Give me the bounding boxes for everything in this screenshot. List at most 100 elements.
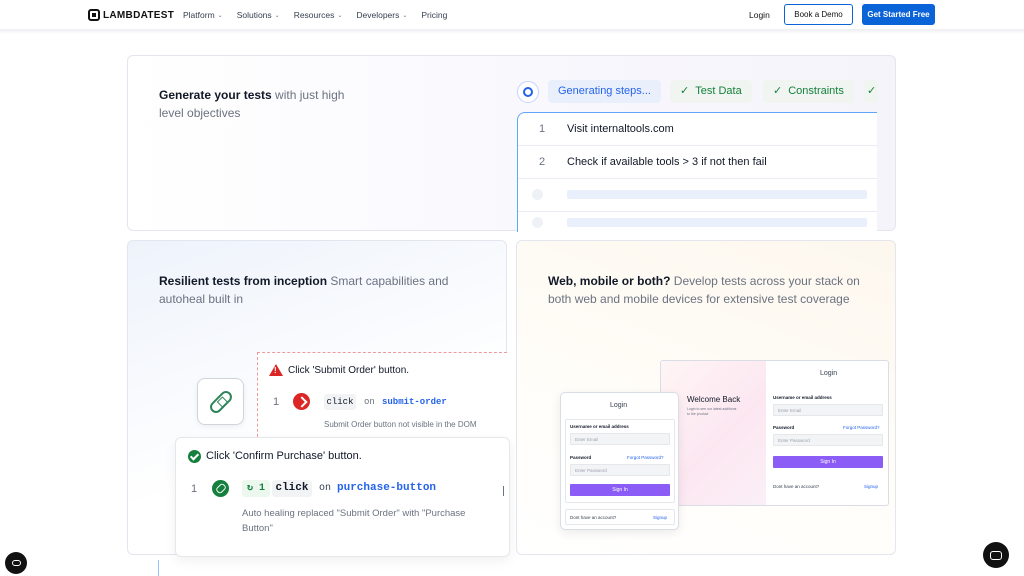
top-navbar: LAMBDATEST Platform ⌄ Solutions ⌄ Resource… — [0, 0, 1024, 30]
failed-step-title: Click 'Submit Order' button. — [288, 365, 410, 376]
menu-label: Platform — [183, 10, 215, 20]
check-icon: ✓ — [867, 85, 877, 97]
action-badge: click — [324, 394, 356, 410]
check-icon: ✓ — [680, 85, 690, 97]
login-form: Username or email address Enter Email Pa… — [565, 419, 675, 503]
menu-item-pricing[interactable]: Pricing — [421, 10, 447, 20]
menu-item-developers[interactable]: Developers ⌄ — [356, 10, 407, 20]
target-locator: submit-order — [382, 397, 447, 407]
password-input[interactable]: Enter Password — [773, 434, 883, 446]
target-locator: purchase-button — [337, 482, 437, 494]
generated-steps-list: 1 Visit internaltools.com 2 Check if ava… — [517, 112, 877, 232]
action-badge: click — [272, 480, 312, 497]
nav-shadow — [0, 30, 1024, 34]
login-title: Login — [820, 370, 838, 377]
pill-label: Test Data — [695, 85, 742, 97]
chevron-down-icon: ⌄ — [337, 12, 343, 19]
generate-tests-heading: Generate your tests with just high level… — [159, 86, 369, 122]
autoheal-badge — [197, 378, 244, 425]
step-number: 1 — [273, 396, 280, 408]
login-title: Login — [610, 402, 628, 409]
ai-generate-icon — [517, 81, 539, 103]
chevron-down-icon: ⌄ — [217, 12, 223, 19]
resilient-tests-heading: Resilient tests from inception Smart cap… — [159, 272, 469, 308]
forgot-password-link[interactable]: Forgot Password? — [627, 455, 664, 460]
book-demo-button[interactable]: Book a Demo — [784, 4, 853, 25]
step-number: 1 — [539, 123, 546, 135]
username-input[interactable]: Enter Email — [570, 433, 670, 445]
sign-in-button[interactable]: Sign In — [570, 484, 670, 496]
menu-label: Developers — [356, 10, 400, 20]
chat-icon[interactable] — [983, 542, 1009, 568]
check-icon: ✓ — [773, 85, 783, 97]
welcome-title: Welcome Back — [687, 395, 741, 404]
menu-label: Resources — [293, 10, 335, 20]
retry-count: 1 — [259, 483, 266, 494]
signup-link[interactable]: Signup — [864, 484, 878, 489]
retry-count-badge: ↻ 1 — [242, 480, 271, 497]
autoheal-message: Auto healing replaced "Submit Order" wit… — [242, 508, 466, 534]
error-message: Submit Order button not visible in the D… — [324, 420, 477, 429]
forgot-password-link[interactable]: Forgot Password? — [843, 425, 880, 430]
skeleton-bar — [567, 190, 867, 199]
step-number: 1 — [191, 483, 198, 495]
retry-icon: ↻ — [247, 483, 260, 494]
get-started-free-button[interactable]: Get Started Free — [862, 4, 935, 25]
skeleton-row — [518, 179, 877, 212]
step-number: 2 — [539, 156, 546, 168]
test-data-pill[interactable]: ✓ Test Data — [670, 80, 752, 103]
signup-row: Dont have an account? Signup — [565, 509, 675, 525]
menu-item-platform[interactable]: Platform ⌄ — [183, 10, 223, 20]
cookie-settings-icon[interactable] — [5, 552, 27, 574]
generating-steps-pill: Generating steps... — [548, 80, 661, 103]
skeleton-dot — [532, 217, 543, 228]
username-input[interactable]: Enter Email — [773, 404, 883, 416]
signup-link[interactable]: Signup — [653, 515, 667, 520]
welcome-subtitle: Login to see our latest additions to the… — [687, 407, 737, 416]
username-label: Username or email address — [570, 424, 629, 429]
list-item: 2 Check if available tools > 3 if not th… — [518, 146, 877, 179]
heading-bold: Web, mobile or both? — [548, 274, 671, 288]
timeline-line — [158, 560, 159, 576]
chevron-down-icon: ⌄ — [274, 12, 280, 19]
step-text: Visit internaltools.com — [567, 123, 674, 135]
no-account-text: Dont have an account? — [773, 484, 820, 489]
web-mobile-heading: Web, mobile or both? Develop tests acros… — [548, 272, 878, 308]
main-menu: Platform ⌄ Solutions ⌄ Resources ⌄ Develope… — [183, 10, 447, 20]
more-pill[interactable]: ✓ — [864, 80, 878, 103]
pill-label: Constraints — [788, 85, 844, 97]
menu-item-solutions[interactable]: Solutions ⌄ — [237, 10, 280, 20]
healed-step-card: Click 'Confirm Purchase' button. 1 ↻ 1 c… — [175, 437, 510, 557]
mobile-login-mockup: Login Username or email address Enter Em… — [560, 392, 679, 530]
text-cursor — [503, 486, 504, 496]
heading-bold: Resilient tests from inception — [159, 274, 328, 288]
skeleton-bar — [567, 218, 867, 227]
menu-label: Pricing — [421, 10, 448, 20]
step-text: Check if available tools > 3 if not then… — [567, 156, 767, 168]
bandage-small-icon — [212, 480, 229, 497]
warning-icon: ! — [269, 364, 283, 376]
desktop-login-mockup: Welcome Back Login to see our latest add… — [660, 360, 889, 506]
check-circle-icon — [188, 450, 201, 463]
no-account-text: Dont have an account? — [570, 515, 617, 520]
list-item: 1 Visit internaltools.com — [518, 113, 877, 146]
chevron-down-icon: ⌄ — [402, 12, 408, 19]
cursor-click-icon — [293, 393, 310, 410]
on-keyword: on — [364, 397, 375, 407]
menu-label: Solutions — [236, 10, 272, 20]
heading-bold: Generate your tests — [159, 88, 272, 102]
logo-mark-icon — [88, 9, 100, 21]
lambdatest-logo[interactable]: LAMBDATEST — [88, 8, 174, 22]
skeleton-dot — [532, 189, 543, 200]
healed-step-title: Click 'Confirm Purchase' button. — [206, 450, 362, 462]
on-keyword: on — [319, 483, 332, 494]
login-link[interactable]: Login — [749, 10, 770, 20]
skeleton-row — [518, 212, 877, 232]
menu-item-resources[interactable]: Resources ⌄ — [294, 10, 343, 20]
sign-in-button[interactable]: Sign In — [773, 456, 883, 468]
constraints-pill[interactable]: ✓ Constraints — [763, 80, 854, 103]
password-label: Password — [570, 455, 592, 460]
password-input[interactable]: Enter Password — [570, 464, 670, 476]
bandage-icon — [207, 388, 234, 415]
logo-text: LAMBDATEST — [103, 9, 175, 21]
